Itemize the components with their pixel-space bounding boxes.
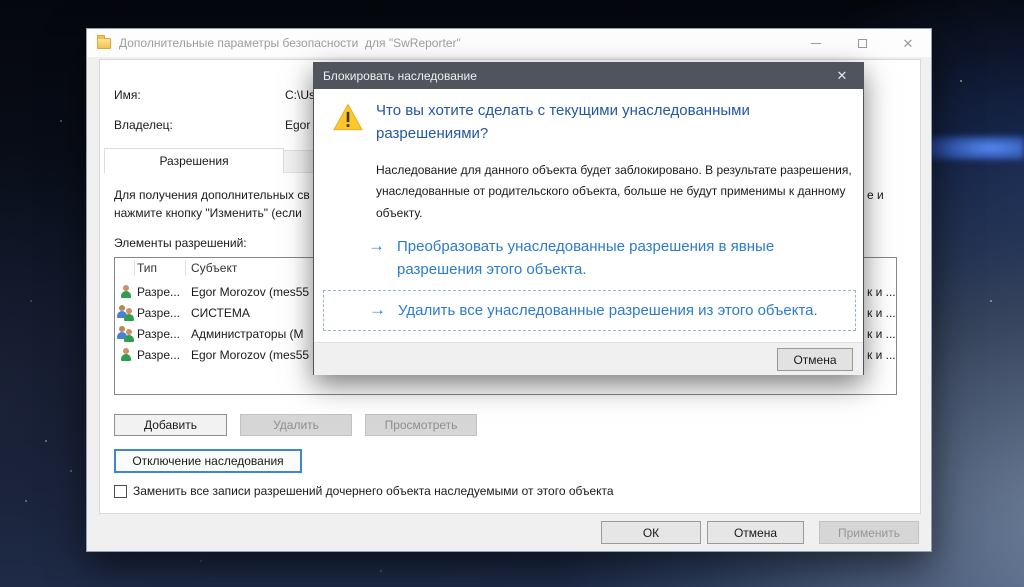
cell-subject: Egor Morozov (mes55 xyxy=(191,285,310,299)
cancel-button[interactable]: Отмена xyxy=(707,521,804,544)
arrow-icon: → xyxy=(368,236,385,255)
minimize-button[interactable] xyxy=(793,29,839,57)
close-button[interactable]: ✕ xyxy=(885,29,931,57)
column-separator xyxy=(185,260,186,276)
user-icon xyxy=(118,284,134,300)
replace-permissions-checkbox[interactable] xyxy=(114,484,127,498)
block-inheritance-dialog: Блокировать наследование ✕ Что вы хотите… xyxy=(313,62,864,375)
folder-icon xyxy=(97,34,111,49)
ok-button[interactable]: ОК xyxy=(601,521,701,544)
remove-button[interactable]: Удалить xyxy=(240,414,352,436)
close-icon: ✕ xyxy=(902,35,914,51)
modal-footer: Отмена xyxy=(314,342,863,375)
modal-cancel-button[interactable]: Отмена xyxy=(777,348,853,371)
column-header-subject[interactable]: Субъект xyxy=(191,261,237,275)
cell-type: Разре... xyxy=(137,327,180,341)
column-header-type[interactable]: Тип xyxy=(137,261,157,275)
desktop-background: Дополнительные параметры безопасности дл… xyxy=(0,0,1024,587)
modal-heading: Что вы хотите сделать с текущими унаслед… xyxy=(376,102,750,143)
cell-right-fragment: к и ... xyxy=(867,285,896,299)
warning-icon xyxy=(333,103,363,131)
cell-right-fragment: к и ... xyxy=(867,348,896,362)
name-value: C:\Us xyxy=(285,88,315,102)
background-stars xyxy=(0,0,2,2)
close-icon: ✕ xyxy=(836,68,848,83)
remove-permissions-link[interactable]: → Удалить все унаследованные разрешения … xyxy=(323,290,856,332)
cell-type: Разре... xyxy=(137,348,180,362)
convert-permissions-link[interactable]: → Преобразовать унаследованные разрешени… xyxy=(368,235,837,282)
modal-close-button[interactable]: ✕ xyxy=(821,63,863,89)
name-label: Имя: xyxy=(114,88,141,102)
cell-right-fragment: к и ... xyxy=(867,327,896,341)
maximize-button[interactable] xyxy=(839,29,885,57)
group-icon xyxy=(117,326,134,342)
remove-permissions-label: Удалить все унаследованные разрешения из… xyxy=(398,302,818,319)
cell-subject: СИСТЕМА xyxy=(191,306,250,320)
disable-inheritance-button[interactable]: Отключение наследования xyxy=(114,449,302,473)
cell-subject: Egor Morozov (mes55 xyxy=(191,348,310,362)
convert-permissions-label: Преобразовать унаследованные разрешения … xyxy=(397,238,775,279)
tab-permissions-label: Разрешения xyxy=(159,154,229,168)
window-title: Дополнительные параметры безопасности дл… xyxy=(119,36,461,50)
cell-type: Разре... xyxy=(137,285,180,299)
cell-type: Разре... xyxy=(137,306,180,320)
description-line1-fragment: е и xyxy=(867,188,884,202)
cell-subject: Администраторы (М xyxy=(191,327,304,341)
user-icon xyxy=(118,347,134,363)
group-icon xyxy=(117,305,134,321)
cell-right-fragment: к и ... xyxy=(867,306,896,320)
arrow-icon: → xyxy=(369,300,386,319)
description-line1: Для получения дополнительных св xyxy=(114,188,310,202)
caption-buttons: ✕ xyxy=(793,29,931,57)
modal-title: Блокировать наследование xyxy=(323,69,477,83)
description-line2: нажмите кнопку "Изменить" (если xyxy=(114,206,302,220)
modal-titlebar: Блокировать наследование xyxy=(314,63,863,89)
column-separator xyxy=(134,260,135,276)
replace-permissions-label: Заменить все записи разрешений дочернего… xyxy=(133,484,614,498)
owner-value: Egor xyxy=(285,118,311,132)
modal-body-text: Наследование для данного объекта будет з… xyxy=(376,163,852,220)
add-button[interactable]: Добавить xyxy=(114,414,227,436)
replace-permissions-checkrow: Заменить все записи разрешений дочернего… xyxy=(114,484,614,498)
apply-button[interactable]: Применить xyxy=(819,521,919,544)
tab-permissions[interactable]: Разрешения xyxy=(104,148,284,173)
minimize-icon xyxy=(811,42,821,44)
maximize-icon xyxy=(857,38,867,48)
owner-label: Владелец: xyxy=(114,118,173,132)
view-button[interactable]: Просмотреть xyxy=(365,414,477,436)
permission-entries-label: Элементы разрешений: xyxy=(114,236,247,250)
